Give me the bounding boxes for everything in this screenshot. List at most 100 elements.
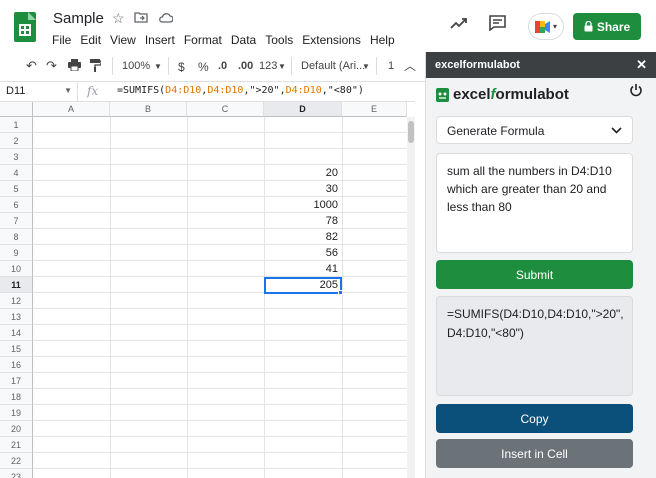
grid-line xyxy=(33,420,407,421)
undo-icon[interactable]: ↶ xyxy=(26,58,37,74)
grid-line xyxy=(33,212,407,213)
grid-line xyxy=(33,340,407,341)
row-header[interactable]: 10 xyxy=(0,261,33,277)
row-header[interactable]: 23 xyxy=(0,469,33,478)
row-header[interactable]: 1 xyxy=(0,117,33,133)
row-header[interactable]: 14 xyxy=(0,325,33,341)
row-header[interactable]: 6 xyxy=(0,197,33,213)
cell-d7[interactable]: 78 xyxy=(264,215,338,227)
menu-extensions[interactable]: Extensions xyxy=(302,33,361,47)
document-title[interactable]: Sample xyxy=(53,10,104,27)
print-icon[interactable] xyxy=(68,59,81,74)
number-format-chevron-icon[interactable]: ▼ xyxy=(278,62,286,71)
fill-handle[interactable] xyxy=(338,290,343,295)
vertical-scrollbar[interactable] xyxy=(407,117,415,478)
menu-tools[interactable]: Tools xyxy=(265,33,293,47)
grid-line xyxy=(33,468,407,469)
select-all-corner[interactable] xyxy=(0,102,33,117)
percent-format-button[interactable]: % xyxy=(198,60,209,74)
column-header[interactable]: C xyxy=(187,102,264,117)
formula-input[interactable]: =SUMIFS(D4:D10,D4:D10,">20",D4:D10,"<80"… xyxy=(117,85,364,96)
row-header[interactable]: 19 xyxy=(0,405,33,421)
grid-line xyxy=(33,260,407,261)
menu-help[interactable]: Help xyxy=(370,33,395,47)
cell-d10[interactable]: 41 xyxy=(264,263,338,275)
menu-file[interactable]: File xyxy=(52,33,71,47)
cell-d8[interactable]: 82 xyxy=(264,231,338,243)
power-icon[interactable] xyxy=(629,83,643,100)
grid-line xyxy=(33,276,407,277)
insert-in-cell-button[interactable]: Insert in Cell xyxy=(436,439,633,468)
row-header[interactable]: 3 xyxy=(0,149,33,165)
row-header[interactable]: 16 xyxy=(0,357,33,373)
zoom-chevron-icon[interactable]: ▼ xyxy=(154,62,162,71)
prompt-textarea[interactable]: sum all the numbers in D4:D10 which are … xyxy=(436,153,633,253)
collapse-toolbar-icon[interactable]: ︿ xyxy=(404,57,416,74)
paint-format-icon[interactable] xyxy=(90,59,102,75)
row-header[interactable]: 20 xyxy=(0,421,33,437)
menu-view[interactable]: View xyxy=(110,33,136,47)
row-header[interactable]: 18 xyxy=(0,389,33,405)
scroll-thumb[interactable] xyxy=(408,121,414,143)
row-header[interactable]: 11 xyxy=(0,277,33,293)
row-header[interactable]: 4 xyxy=(0,165,33,181)
comments-icon[interactable] xyxy=(489,15,506,36)
grid-line xyxy=(342,117,343,478)
share-button[interactable]: Share xyxy=(573,13,641,40)
lock-icon xyxy=(584,21,593,32)
row-header[interactable]: 13 xyxy=(0,309,33,325)
column-header[interactable]: E xyxy=(342,102,407,117)
toolbar-divider xyxy=(376,57,377,75)
row-header[interactable]: 12 xyxy=(0,293,33,309)
grid-line xyxy=(33,292,407,293)
currency-format-button[interactable]: $ xyxy=(178,60,185,74)
row-header[interactable]: 7 xyxy=(0,213,33,229)
column-header[interactable]: A xyxy=(33,102,110,117)
row-header[interactable]: 8 xyxy=(0,229,33,245)
grid-line xyxy=(33,196,407,197)
row-header[interactable]: 22 xyxy=(0,453,33,469)
menu-insert[interactable]: Insert xyxy=(145,33,175,47)
row-header[interactable]: 2 xyxy=(0,133,33,149)
menu-edit[interactable]: Edit xyxy=(80,33,101,47)
font-chevron-icon[interactable]: ▼ xyxy=(362,62,370,71)
cell-d6[interactable]: 1000 xyxy=(264,199,338,211)
decrease-decimal-button[interactable]: .0 xyxy=(218,60,227,72)
row-header[interactable]: 5 xyxy=(0,181,33,197)
name-box[interactable]: D11 ▼ xyxy=(0,82,78,101)
row-header[interactable]: 9 xyxy=(0,245,33,261)
mode-dropdown[interactable]: Generate Formula xyxy=(436,116,633,144)
increase-decimal-button[interactable]: .00 xyxy=(238,60,253,72)
column-header[interactable]: B xyxy=(110,102,187,117)
cell-d9[interactable]: 56 xyxy=(264,247,338,259)
spreadsheet-grid[interactable]: A B C D E 1 2 3 4 5 6 7 8 9 10 11 12 13 14 15 16 17 18 19 2… xyxy=(0,102,415,478)
cell-d5[interactable]: 30 xyxy=(264,183,338,195)
number-format-button[interactable]: 123 xyxy=(259,60,277,72)
redo-icon[interactable]: ↷ xyxy=(46,58,57,74)
row-header[interactable]: 15 xyxy=(0,341,33,357)
row-header[interactable]: 21 xyxy=(0,437,33,453)
sidebar-header: excelformulabot ✕ xyxy=(426,52,656,78)
grid-line xyxy=(33,404,407,405)
row-header[interactable]: 17 xyxy=(0,373,33,389)
cloud-status-icon[interactable] xyxy=(158,11,174,27)
cell-d4[interactable]: 20 xyxy=(264,167,338,179)
font-select[interactable]: Default (Ari... xyxy=(301,60,365,72)
meet-button[interactable]: ▾ xyxy=(528,13,564,40)
move-folder-icon[interactable] xyxy=(134,11,148,26)
sheets-logo-icon[interactable] xyxy=(14,12,36,42)
submit-button[interactable]: Submit xyxy=(436,260,633,289)
star-icon[interactable]: ☆ xyxy=(112,10,125,27)
grid-line xyxy=(33,324,407,325)
copy-button[interactable]: Copy xyxy=(436,404,633,433)
activity-trend-icon[interactable] xyxy=(450,16,468,35)
close-icon[interactable]: ✕ xyxy=(636,57,647,73)
formulabot-logo-icon xyxy=(436,87,449,102)
formula-result-box: =SUMIFS(D4:D10,D4:D10,">20", D4:D10,"<80… xyxy=(436,296,633,396)
font-size-field[interactable]: 1 xyxy=(388,60,394,72)
menu-format[interactable]: Format xyxy=(184,33,222,47)
column-header-selected[interactable]: D xyxy=(264,102,342,117)
menu-data[interactable]: Data xyxy=(231,33,256,47)
zoom-select[interactable]: 100% xyxy=(122,60,150,72)
name-box-chevron-icon: ▼ xyxy=(64,86,72,95)
